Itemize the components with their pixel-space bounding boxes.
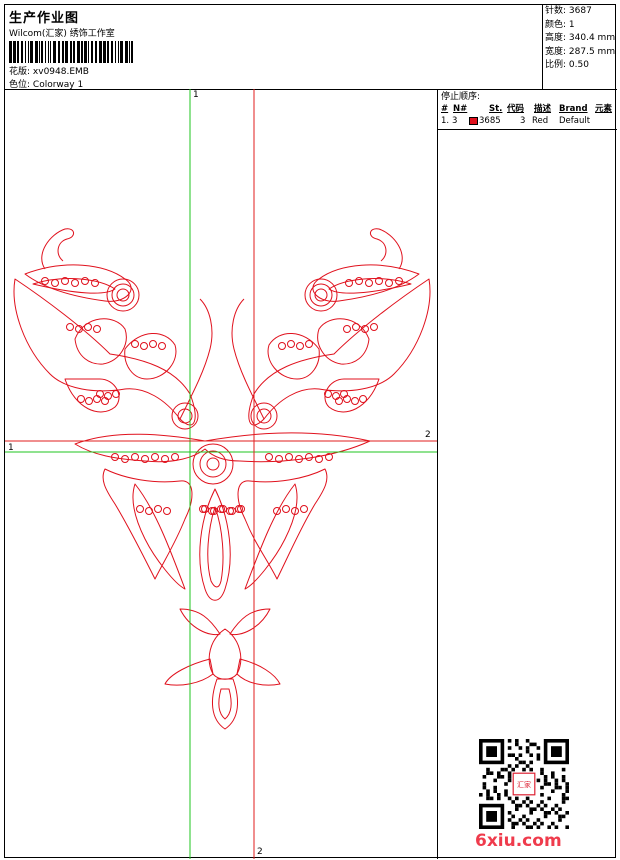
stat-stitches: 针数: 3687	[545, 6, 592, 16]
panel-table-divider	[437, 129, 617, 130]
col-code: 代码	[507, 104, 525, 114]
row-brand: Default	[559, 116, 591, 126]
bottom-flower-center	[208, 628, 242, 680]
stitch-dot	[359, 395, 367, 403]
qr-seal-text: 汇家	[517, 780, 531, 789]
green-guide-top-label: 1	[193, 90, 199, 100]
bottom-flower-tip-inner	[218, 688, 232, 720]
col-needle: N#	[453, 104, 468, 114]
stitch-dot	[85, 397, 93, 405]
stitch-dot	[385, 279, 393, 287]
stitch-dot	[145, 507, 153, 515]
design-file-label: 花版:	[9, 67, 31, 77]
right-wing	[231, 228, 431, 430]
stat-width: 宽度: 287.5 mm	[545, 46, 616, 57]
stitch-dot	[81, 277, 89, 285]
green-guide-left-label: 1	[8, 443, 14, 453]
left-lower-petal	[64, 378, 120, 413]
col-element: 元素	[595, 104, 613, 114]
row-needle: 3	[452, 116, 458, 126]
stitch-dot	[151, 453, 159, 461]
stitch-dot	[140, 342, 148, 350]
stitch-dot	[351, 397, 359, 405]
design-file-row: 花版: xv0948.EMB	[9, 64, 89, 77]
left-stem	[179, 298, 213, 420]
barcode	[9, 41, 133, 63]
stitch-dot	[131, 453, 139, 461]
stat-colors: 颜色: 1	[545, 19, 575, 30]
thread-color-swatch	[469, 117, 478, 125]
stitch-dot	[287, 340, 295, 348]
stitch-dot	[131, 340, 139, 348]
bottom-flower-right	[229, 608, 271, 636]
row-num: 1.	[441, 116, 450, 126]
lower-left-leaf	[102, 468, 193, 580]
stitch-dot	[355, 277, 363, 285]
stitch-dot	[343, 325, 351, 333]
company-name: Wilcom(汇家) 绣饰工作室	[9, 29, 115, 39]
center-spiral-inner	[206, 457, 220, 471]
qr-code: 汇家	[479, 739, 569, 829]
bottom-flower-left	[179, 608, 221, 636]
production-worksheet: 生产作业图 Wilcom(汇家) 绣饰工作室 花版: xv0948.EMB 色位…	[4, 4, 617, 859]
stitch-dot	[163, 507, 171, 515]
col-desc: 描述	[534, 104, 552, 114]
bottom-flower-leaf-left	[164, 658, 214, 686]
watermark-logo: 6xiu.com	[475, 831, 562, 851]
stitch-dot	[265, 453, 273, 461]
row-code: 3	[520, 116, 526, 126]
bottom-flower-leaf-right	[236, 658, 281, 686]
row-desc: Red	[532, 116, 549, 126]
stitch-dot	[71, 279, 79, 287]
stitch-dot	[93, 325, 101, 333]
left-lobe-1	[74, 318, 127, 365]
stitch-dot	[171, 453, 179, 461]
lower-center-inner	[207, 506, 224, 588]
stat-height: 高度: 340.4 mm	[545, 33, 616, 43]
lower-right-leaf	[237, 468, 328, 580]
stitch-dot	[51, 279, 59, 287]
page-title: 生产作业图	[9, 11, 80, 26]
stitch-dot	[77, 395, 85, 403]
stitch-dot	[365, 279, 373, 287]
stitch-dot	[158, 342, 166, 350]
stitch-dot	[296, 342, 304, 350]
stop-sequence-row: 1. 3 3685 3 Red Default	[438, 115, 617, 127]
center-spiral-outer	[192, 443, 234, 485]
col-brand: Brand	[559, 104, 588, 114]
stitch-dot	[305, 453, 313, 461]
stitch-dot	[149, 340, 157, 348]
design-file-value: xv0948.EMB	[32, 67, 89, 77]
stitch-dot	[352, 323, 360, 331]
stat-scale: 比例: 0.50	[545, 60, 589, 70]
stitch-dot	[345, 279, 353, 287]
red-guide-bottom-label: 2	[257, 847, 263, 857]
stitch-dot	[305, 340, 313, 348]
left-spiral-inner	[116, 288, 130, 302]
left-curl-tip	[41, 228, 74, 270]
stitch-dot	[84, 323, 92, 331]
stitch-dot	[91, 279, 99, 287]
row-stitches: 3685	[479, 116, 501, 126]
left-spiral-mid	[111, 283, 135, 307]
stitch-dot	[300, 505, 308, 513]
stop-sequence-header: # N# St. 代码 描述 Brand 元素	[438, 103, 617, 115]
left-small-spiral-outer	[171, 402, 199, 430]
red-guide-right-label: 2	[425, 430, 431, 440]
stitch-dot	[154, 505, 162, 513]
panel-divider	[437, 89, 438, 859]
stitch-dot	[66, 323, 74, 331]
stitch-dot	[285, 453, 293, 461]
stats-panel: 针数: 3687 颜色: 1 高度: 340.4 mm 宽度: 287.5 mm…	[543, 5, 617, 89]
stitch-dot	[278, 342, 286, 350]
stitch-dot	[136, 505, 144, 513]
col-num: #	[441, 104, 449, 114]
stitch-dot	[370, 323, 378, 331]
embroidery-design-canvas	[5, 89, 437, 859]
stop-sequence-panel: 停止顺序: # N# St. 代码 描述 Brand 元素 1. 3 3685 …	[438, 89, 617, 127]
bottom-flower-tip	[212, 678, 238, 730]
col-stitches: St.	[489, 104, 503, 114]
stop-sequence-title: 停止顺序:	[441, 92, 481, 102]
stitch-dot	[282, 505, 290, 513]
